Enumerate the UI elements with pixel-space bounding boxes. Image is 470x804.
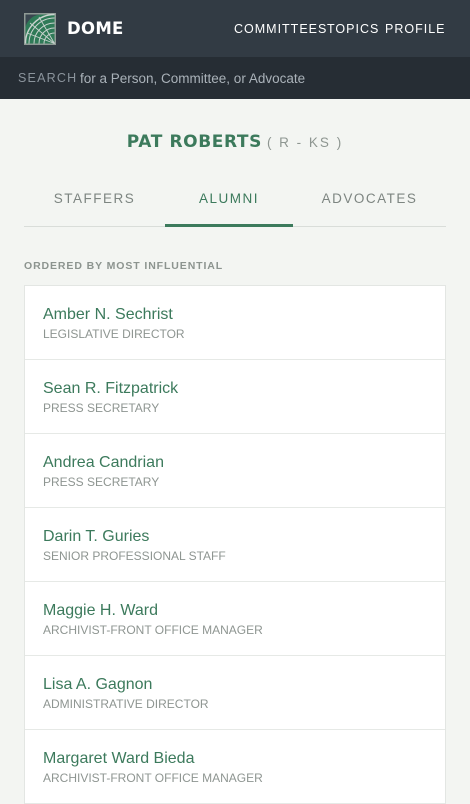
alumni-title: PRESS SECRETARY: [43, 401, 160, 415]
alumni-name[interactable]: Andrea Candrian: [43, 453, 164, 473]
search-input[interactable]: [74, 67, 466, 89]
alumni-list: Amber N. Sechrist LEGISLATIVE DIRECTOR S…: [24, 285, 446, 804]
person-name: PAT ROBERTS: [126, 132, 262, 152]
alumni-title: ADMINISTRATIVE DIRECTOR: [43, 697, 209, 711]
alumni-title: ARCHIVIST-FRONT OFFICE MANAGER: [43, 771, 263, 785]
alumni-name[interactable]: Amber N. Sechrist: [43, 305, 173, 325]
tab-staffers[interactable]: STAFFERS: [24, 176, 165, 224]
person-heading: PAT ROBERTS ( R - KS ): [0, 131, 470, 154]
alumni-title: ARCHIVIST-FRONT OFFICE MANAGER: [43, 623, 263, 637]
list-item[interactable]: Darin T. Guries SENIOR PROFESSIONAL STAF…: [25, 508, 445, 582]
list-item[interactable]: Amber N. Sechrist LEGISLATIVE DIRECTOR: [25, 286, 445, 360]
alumni-name[interactable]: Maggie H. Ward: [43, 601, 158, 621]
dome-logo-icon[interactable]: [24, 13, 56, 45]
top-navigation-bar: DOME COMMITTEES TOPICS PROFILE: [0, 0, 470, 57]
list-item[interactable]: Margaret Ward Bieda ARCHIVIST-FRONT OFFI…: [25, 730, 445, 804]
alumni-name[interactable]: Darin T. Guries: [43, 527, 149, 547]
alumni-title: LEGISLATIVE DIRECTOR: [43, 327, 185, 341]
nav-topics[interactable]: TOPICS: [327, 21, 379, 37]
tab-bar: STAFFERS ALUMNI ADVOCATES: [24, 176, 446, 227]
list-item[interactable]: Sean R. Fitzpatrick PRESS SECRETARY: [25, 360, 445, 434]
tab-advocates[interactable]: ADVOCATES: [293, 176, 446, 224]
alumni-name[interactable]: Sean R. Fitzpatrick: [43, 379, 178, 399]
alumni-name[interactable]: Lisa A. Gagnon: [43, 675, 152, 695]
list-item[interactable]: Lisa A. Gagnon ADMINISTRATIVE DIRECTOR: [25, 656, 445, 730]
tab-alumni[interactable]: ALUMNI: [165, 176, 293, 227]
person-party: ( R - KS ): [266, 135, 344, 150]
search-label: SEARCH: [18, 71, 78, 85]
nav-committees[interactable]: COMMITTEES: [234, 21, 327, 37]
list-item[interactable]: Maggie H. Ward ARCHIVIST-FRONT OFFICE MA…: [25, 582, 445, 656]
brand-name[interactable]: DOME: [67, 18, 124, 40]
alumni-title: PRESS SECRETARY: [43, 475, 160, 489]
list-heading: ORDERED BY MOST INFLUENTIAL: [24, 260, 224, 272]
nav-profile[interactable]: PROFILE: [385, 21, 446, 37]
alumni-title: SENIOR PROFESSIONAL STAFF: [43, 549, 226, 563]
alumni-name[interactable]: Margaret Ward Bieda: [43, 749, 194, 769]
search-bar: SEARCH: [0, 57, 470, 99]
list-item[interactable]: Andrea Candrian PRESS SECRETARY: [25, 434, 445, 508]
